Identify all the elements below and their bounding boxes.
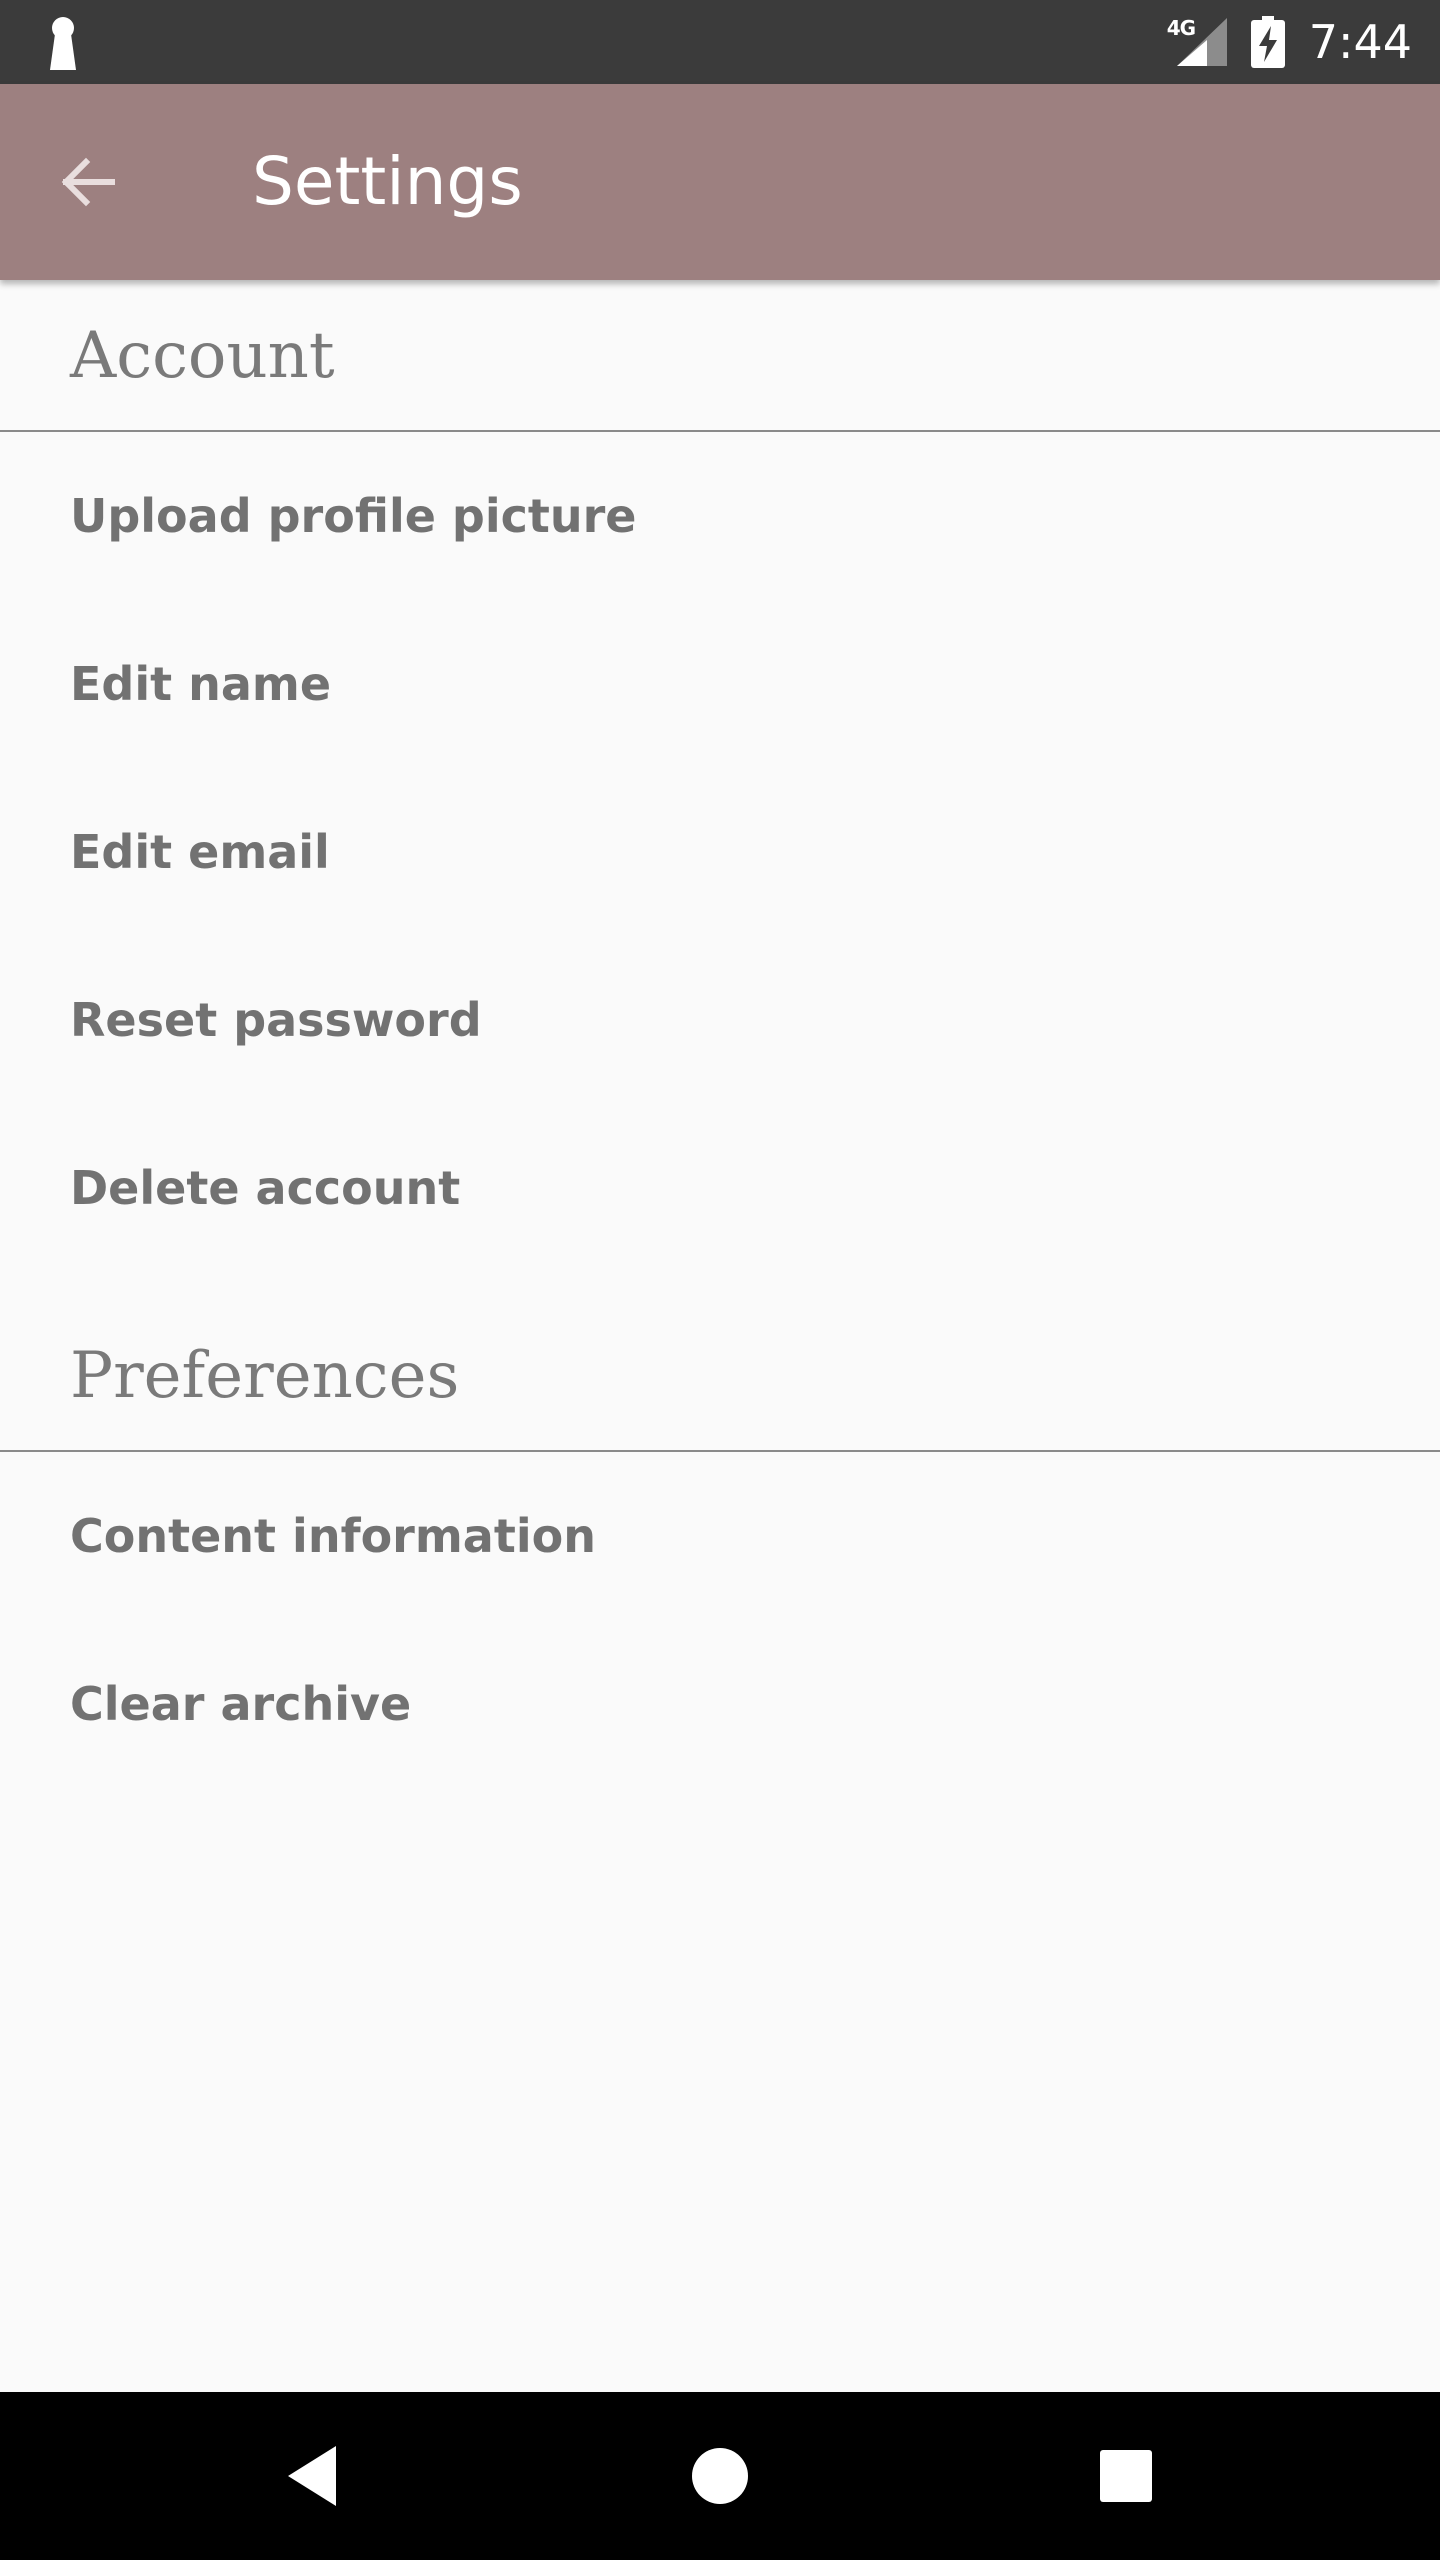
delete-account-item[interactable]: Delete account (0, 1104, 1440, 1272)
nav-recents-button[interactable] (1076, 2426, 1176, 2526)
nav-back-triangle-icon (288, 2446, 336, 2506)
edit-name-item[interactable]: Edit name (0, 600, 1440, 768)
edit-email-item[interactable]: Edit email (0, 768, 1440, 936)
nav-home-circle-icon (692, 2448, 748, 2504)
status-bar: 4G 7:44 (0, 0, 1440, 84)
section-header-preferences: Preferences (0, 1300, 1440, 1452)
back-button[interactable] (40, 134, 136, 230)
reset-password-item[interactable]: Reset password (0, 936, 1440, 1104)
nav-recents-square-icon (1100, 2450, 1152, 2502)
keyhole-icon (50, 17, 76, 70)
signal-group: 4G (1167, 14, 1227, 70)
status-icons: 4G 7:44 (1167, 0, 1412, 84)
battery-charging-icon (1250, 16, 1285, 68)
nav-home-button[interactable] (670, 2426, 770, 2526)
app-bar: Settings (0, 84, 1440, 280)
section-header-account: Account (0, 280, 1440, 432)
navigation-bar (0, 2392, 1440, 2560)
arrow-back-icon (61, 157, 115, 207)
clock: 7:44 (1308, 15, 1412, 69)
upload-profile-picture-item[interactable]: Upload profile picture (0, 432, 1440, 600)
network-type-label: 4G (1166, 16, 1196, 40)
page-title: Settings (252, 143, 523, 220)
clear-archive-item[interactable]: Clear archive (0, 1620, 1440, 1788)
content-information-item[interactable]: Content information (0, 1452, 1440, 1620)
nav-back-button[interactable] (264, 2426, 364, 2526)
settings-list: Account Upload profile picture Edit name… (0, 280, 1440, 1788)
